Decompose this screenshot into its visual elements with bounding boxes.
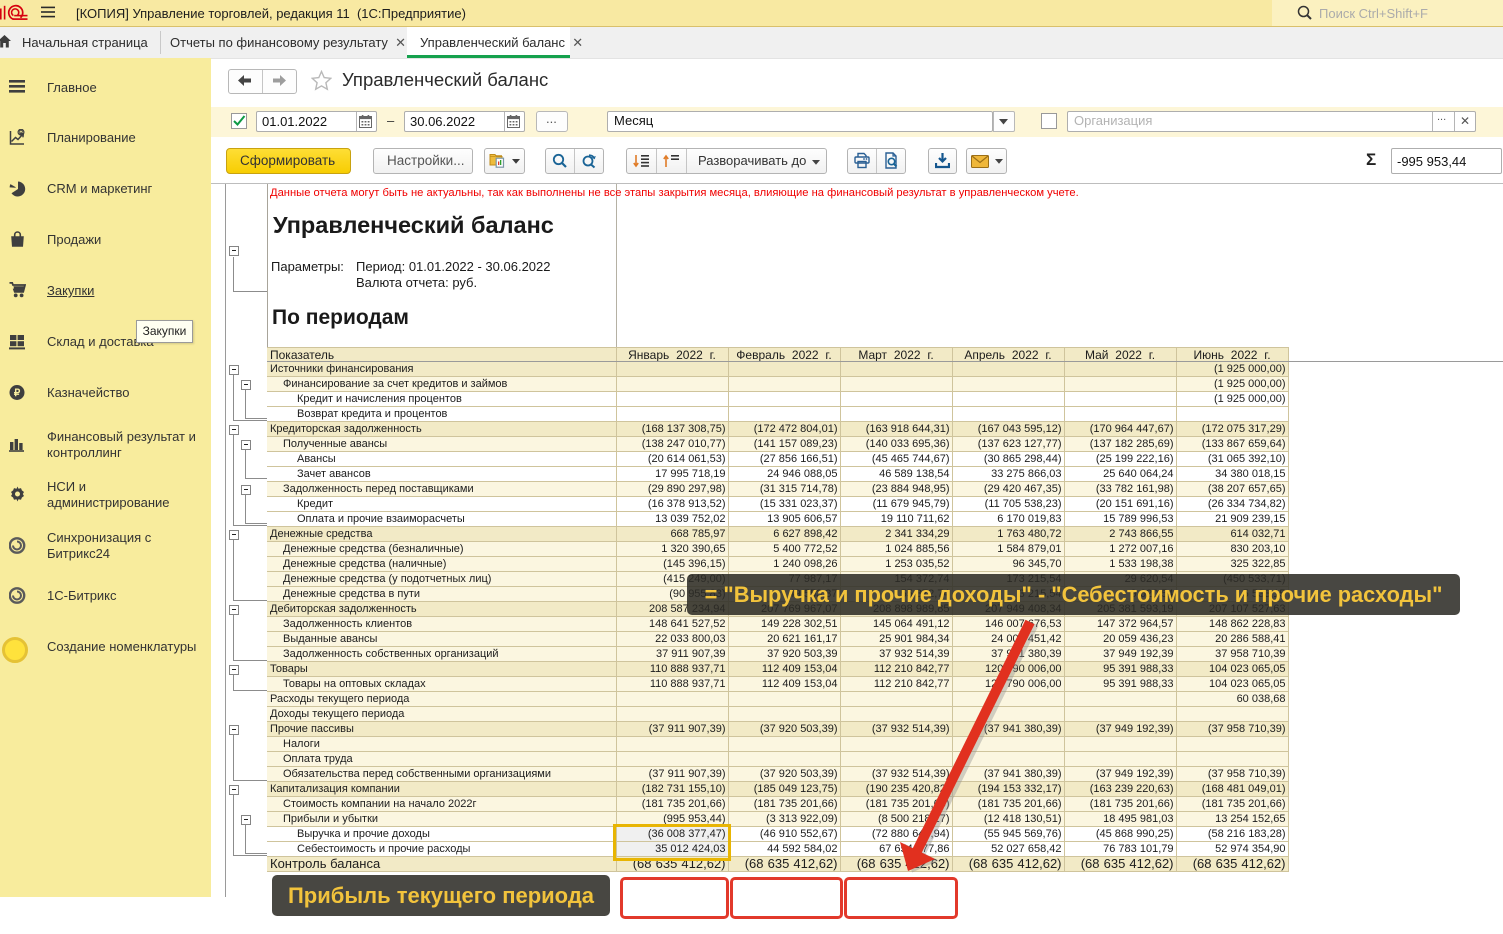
svg-text:₽: ₽ xyxy=(14,388,21,399)
svg-text:P: P xyxy=(19,129,23,136)
